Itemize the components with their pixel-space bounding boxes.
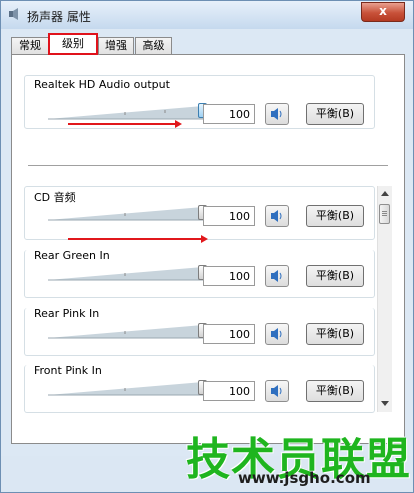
vertical-scrollbar[interactable] bbox=[377, 186, 392, 412]
device-group-rear-green-in: Rear Green In 100 平衡(B) bbox=[24, 249, 375, 298]
volume-slider[interactable] bbox=[48, 207, 203, 221]
mute-button[interactable] bbox=[265, 103, 289, 125]
device-group-rear-pink-in: Rear Pink In 100 平衡(B) bbox=[24, 307, 375, 356]
volume-slider[interactable] bbox=[48, 382, 203, 396]
speaker-icon bbox=[271, 328, 282, 340]
scroll-down-icon[interactable] bbox=[381, 401, 389, 406]
watermark-url: www.jsgho.com bbox=[238, 469, 371, 487]
speaker-icon bbox=[271, 210, 282, 222]
speaker-icon bbox=[271, 385, 282, 397]
tab-enhancements[interactable]: 增强 bbox=[98, 37, 134, 54]
device-label: Front Pink In bbox=[34, 364, 102, 377]
balance-button[interactable]: 平衡(B) bbox=[306, 265, 364, 287]
tab-levels[interactable]: 级别 bbox=[48, 33, 98, 55]
speaker-icon bbox=[9, 8, 18, 20]
level-input[interactable]: 100 bbox=[203, 381, 255, 401]
level-input[interactable]: 100 bbox=[203, 266, 255, 286]
mute-button[interactable] bbox=[265, 380, 289, 402]
balance-button[interactable]: 平衡(B) bbox=[306, 103, 364, 125]
tab-general[interactable]: 常规 bbox=[11, 37, 49, 54]
annotation-arrow bbox=[68, 235, 208, 243]
level-input[interactable]: 100 bbox=[203, 206, 255, 226]
volume-slider[interactable] bbox=[48, 325, 203, 339]
scroll-up-icon[interactable] bbox=[381, 191, 389, 196]
window-title: 扬声器 属性 bbox=[27, 10, 91, 24]
device-label: Rear Green In bbox=[34, 249, 110, 262]
scrollbar-thumb[interactable] bbox=[379, 204, 390, 224]
divider bbox=[28, 165, 388, 166]
balance-button[interactable]: 平衡(B) bbox=[306, 205, 364, 227]
balance-button[interactable]: 平衡(B) bbox=[306, 380, 364, 402]
tab-bar: 常规 级别 增强 高级 bbox=[11, 33, 405, 55]
speaker-icon bbox=[271, 270, 282, 282]
volume-slider[interactable] bbox=[48, 267, 203, 281]
device-label: Realtek HD Audio output bbox=[34, 78, 170, 91]
close-button[interactable]: x bbox=[361, 2, 405, 22]
annotation-arrow bbox=[68, 120, 182, 128]
level-input[interactable]: 100 bbox=[203, 104, 255, 124]
mute-button[interactable] bbox=[265, 205, 289, 227]
device-group-realtek: Realtek HD Audio output 100 平衡(B) bbox=[24, 75, 375, 129]
device-group-cd-audio: CD 音频 100 平衡(B) bbox=[24, 186, 375, 240]
device-group-front-pink-in: Front Pink In 100 平衡(B) bbox=[24, 364, 375, 413]
levels-panel: Realtek HD Audio output 100 平衡(B) CD 音频 bbox=[11, 54, 405, 444]
mute-button[interactable] bbox=[265, 323, 289, 345]
device-label: CD 音频 bbox=[34, 191, 76, 204]
balance-button[interactable]: 平衡(B) bbox=[306, 323, 364, 345]
title-bar[interactable]: 扬声器 属性 x bbox=[1, 1, 413, 29]
device-label: Rear Pink In bbox=[34, 307, 100, 320]
level-input[interactable]: 100 bbox=[203, 324, 255, 344]
volume-slider[interactable] bbox=[48, 106, 203, 120]
tab-advanced[interactable]: 高级 bbox=[135, 37, 172, 54]
speaker-icon bbox=[271, 108, 282, 120]
mute-button[interactable] bbox=[265, 265, 289, 287]
speaker-properties-window: 扬声器 属性 x 常规 级别 增强 高级 Realtek HD Audio ou… bbox=[0, 0, 414, 493]
